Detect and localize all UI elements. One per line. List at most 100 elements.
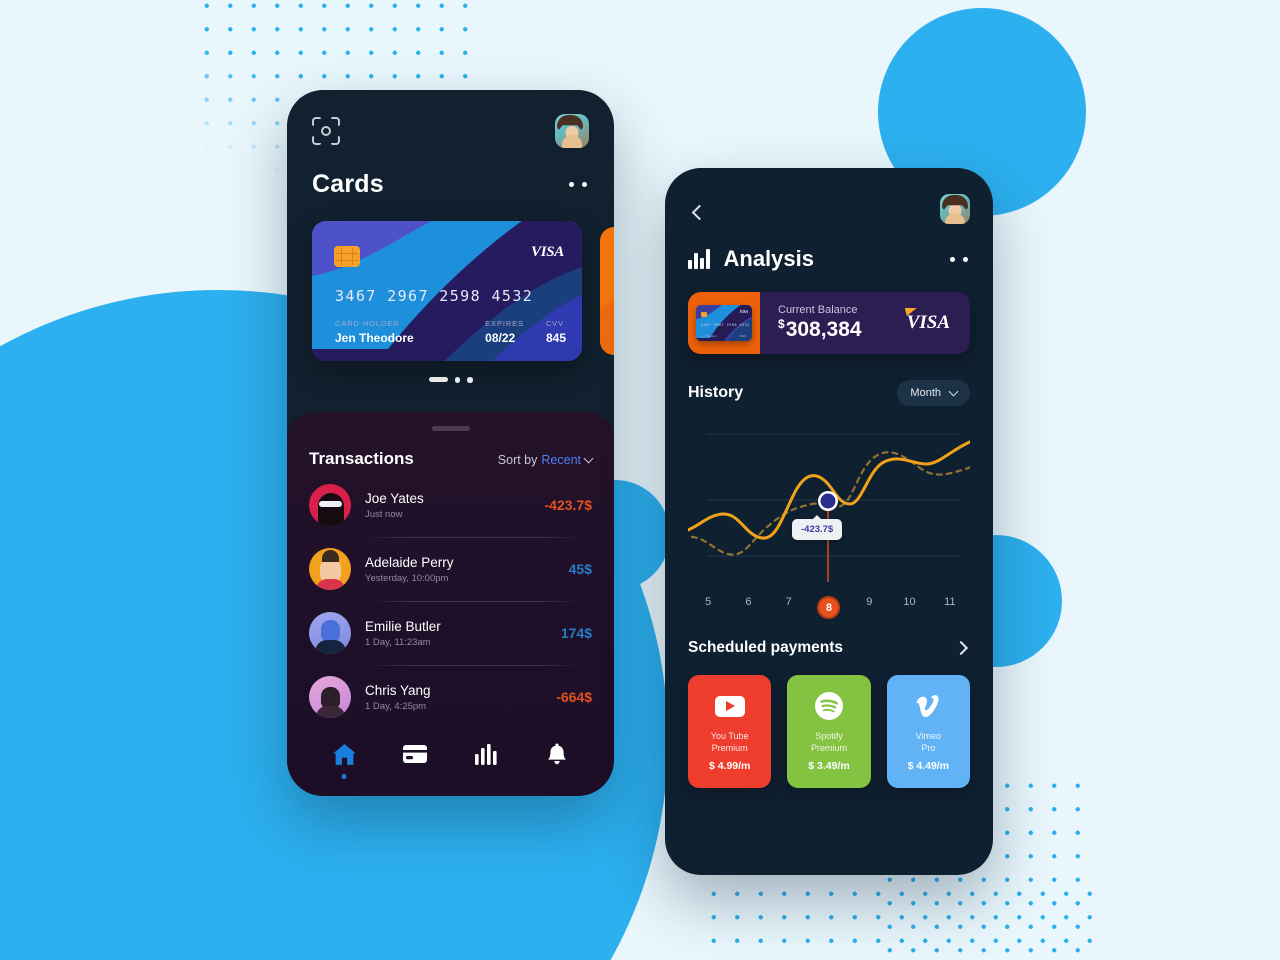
analytics-tab[interactable] [466,738,506,770]
transaction-time: Just now [365,508,403,520]
transaction-name: Joe Yates [365,490,424,506]
payment-name-line2: Pro [921,743,936,753]
mini-chip-icon [701,312,707,317]
spotify-icon [814,691,843,721]
dot-grid-bottom [700,880,1092,960]
transaction-time: 1 Day, 4:25pm [365,700,427,712]
payment-name: You Tube Premium [711,730,749,754]
sort-prefix-label: Sort by [497,453,538,467]
page-title: Analysis [723,246,815,271]
history-chart[interactable]: -423.7$ 5 6 7 8 9 10 11 [688,410,970,625]
chevron-right-icon[interactable] [953,640,969,656]
card-thumbnail-wrapper: VISA 3467 2967 2598 4532 Jen Theodore 08… [688,292,760,354]
avatar [309,676,351,718]
bottom-tab-bar [309,738,592,779]
table-row[interactable]: Joe Yates Just now -423.7$ [309,473,592,537]
mini-card-number: 3467 2967 2598 4532 [701,323,750,327]
transaction-time: Yesterday, 10:00pm [365,572,449,584]
mini-visa-logo: VISA [739,310,748,314]
sheet-grabber[interactable] [431,426,470,431]
decorative-background [0,0,1280,960]
scheduled-payments-title: Scheduled payments [688,639,844,656]
x-tick: 11 [944,596,956,608]
list-item-youtube[interactable]: You Tube Premium $ 4.99/m [688,675,772,788]
pagination-dot[interactable] [467,377,473,383]
balance-label: Current Balance [778,304,858,316]
payment-name-line2: Premium [711,743,748,753]
more-dots-icon[interactable] [567,176,589,193]
payment-price: $ 3.49/m [808,760,850,772]
chart-svg [688,433,970,582]
currency-symbol: $ [778,317,785,331]
home-icon [332,743,356,765]
balance-card[interactable]: VISA 3467 2967 2598 4532 Jen Theodore 08… [688,292,970,354]
card-expires-value: 08/22 [485,331,516,345]
cards-screen: Cards VISA 3467 2967 2598 4532 CARD HOLD… [287,90,614,796]
chevron-down-icon [583,453,594,464]
chart-x-axis: 5 6 7 8 9 10 11 [688,596,970,619]
transaction-amount: 45$ [568,561,592,577]
list-item-spotify[interactable]: Spotify Premium $ 3.49/m [787,675,871,788]
credit-card-icon [403,745,428,763]
chevron-down-icon [948,386,959,397]
cards-tab[interactable] [395,738,435,770]
card-cvv-value: 845 [545,331,566,345]
transaction-amount: -423.7$ [544,497,592,513]
table-row[interactable]: Chris Yang 1 Day, 4:25pm -664$ [309,665,592,729]
card-expires-label: EXPIRES [485,319,524,328]
scheduled-payments-list: You Tube Premium $ 4.99/m Spotify Premiu… [688,675,970,788]
x-tick: 9 [866,596,873,608]
vimeo-icon [913,691,943,721]
avatar [309,612,351,654]
card-holder-value: Jen Theodore [335,331,414,345]
visa-logo: VISA [531,244,564,260]
credit-card[interactable]: VISA 3467 2967 2598 4532 CARD HOLDER Jen… [312,221,582,361]
transaction-time: 1 Day, 11:23am [365,636,431,648]
youtube-icon [714,691,745,721]
payment-price: $ 4.99/m [708,760,751,772]
card-number: 3467 2967 2598 4532 [335,287,534,305]
mini-credit-card: VISA 3467 2967 2598 4532 Jen Theodore 08… [696,305,752,341]
transaction-amount: -664$ [556,689,592,705]
page-title: Cards [312,170,384,198]
avatar[interactable] [940,194,970,224]
bar-chart-icon [688,249,710,269]
table-row[interactable]: Emilie Butler 1 Day, 11:23am 174$ [309,601,592,665]
x-tick-selected-label: 8 [817,596,841,619]
balance-value: 308,384 [785,318,862,341]
credit-card-next[interactable] [600,227,614,355]
balance-amount: $308,384 [778,317,907,342]
list-item-vimeo[interactable]: Vimeo Pro $ 4.49/m [886,675,970,788]
avatar[interactable] [555,114,589,148]
home-tab[interactable] [324,738,364,779]
bell-icon [547,743,566,765]
history-title: History [688,384,744,401]
avatar [309,484,351,526]
transaction-name: Chris Yang [365,682,431,698]
visa-logo: VISA [907,312,970,334]
payment-name-line1: You Tube [710,731,749,741]
transactions-title: Transactions [309,449,414,468]
payment-price: $ 4.49/m [907,760,950,772]
x-tick: 5 [705,596,712,608]
pagination-active[interactable] [428,377,448,383]
notifications-tab[interactable] [537,738,577,770]
payment-name-line2: Premium [810,743,847,753]
x-tick-selected[interactable]: 8 [809,596,849,619]
period-dropdown[interactable]: Month [897,380,970,406]
period-value: Month [910,387,941,399]
pagination-dot[interactable] [454,377,460,383]
scan-icon[interactable] [312,117,340,145]
transaction-amount: 174$ [560,625,592,641]
sort-dropdown[interactable]: Sort by Recent [497,453,594,467]
carousel-pagination[interactable] [312,377,589,383]
more-dots-icon[interactable] [948,251,970,268]
card-carousel[interactable]: VISA 3467 2967 2598 4532 CARD HOLDER Jen… [312,221,614,361]
x-tick: 7 [785,596,792,608]
transaction-name: Emilie Butler [365,618,441,634]
transactions-list: Joe Yates Just now -423.7$ Adelaide Perr… [309,473,592,729]
bar-chart-icon [474,743,497,765]
back-chevron-icon[interactable] [691,204,708,220]
card-cvv-label: CVV [545,319,565,328]
table-row[interactable]: Adelaide Perry Yesterday, 10:00pm 45$ [309,537,592,601]
